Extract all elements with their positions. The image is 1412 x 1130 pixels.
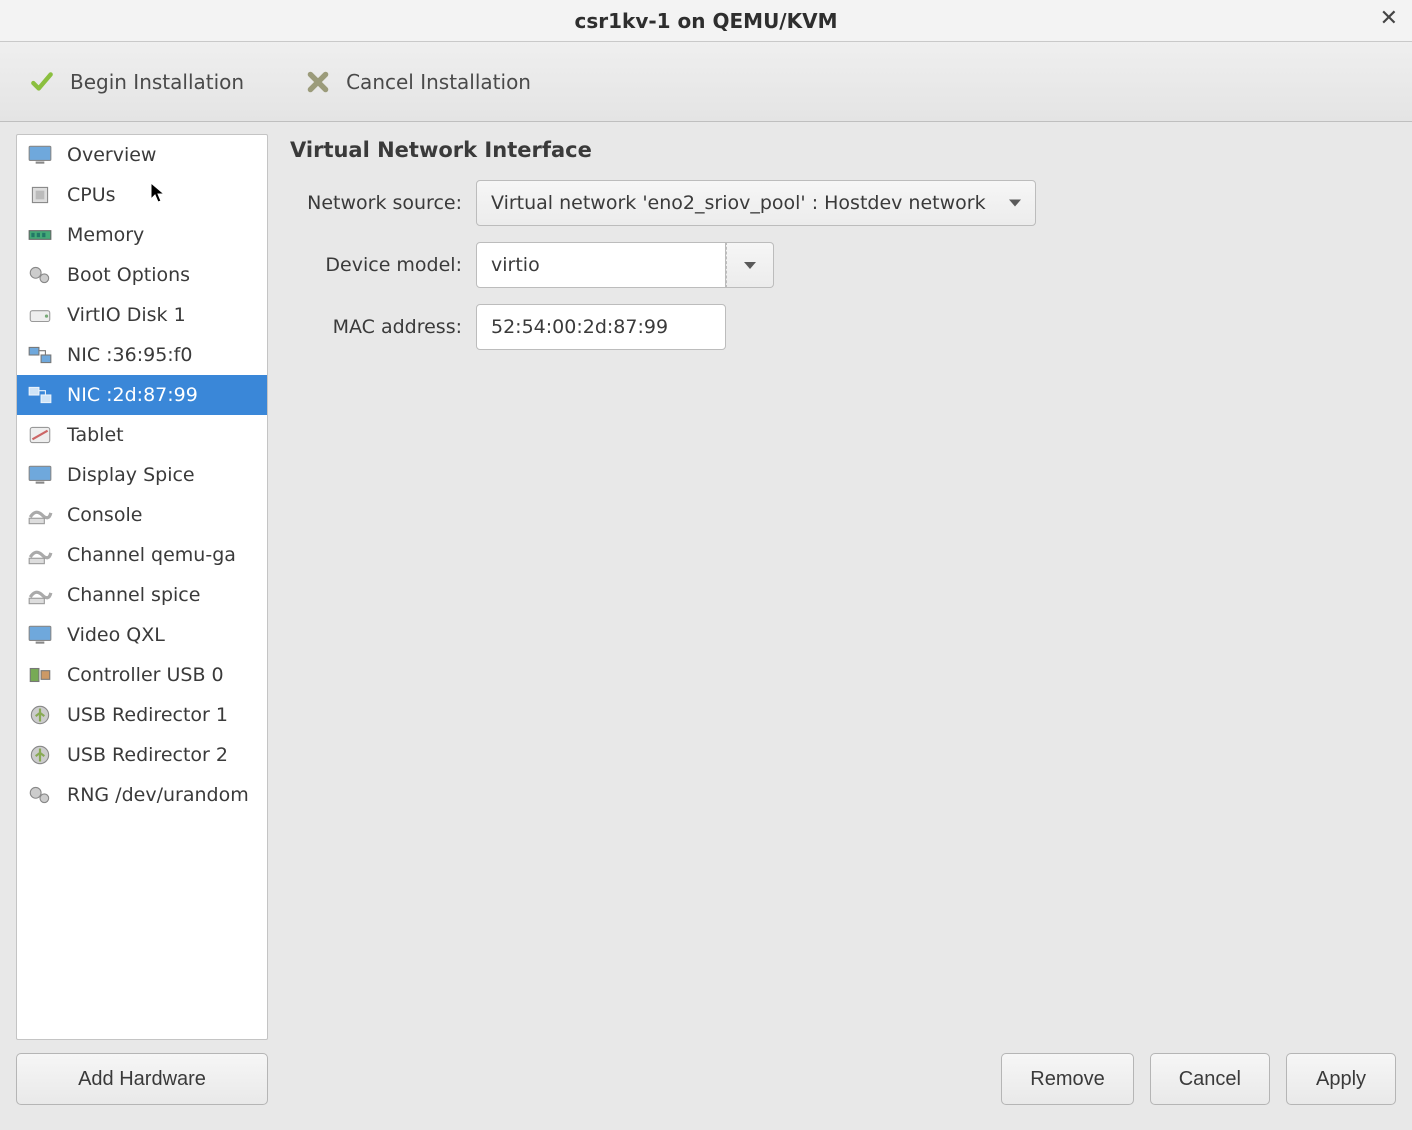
- nic-icon: [23, 381, 57, 409]
- serial-icon: [23, 501, 57, 529]
- sidebar-item-label: Overview: [67, 144, 156, 166]
- sidebar-item-label: CPUs: [67, 184, 116, 206]
- gears-icon: [23, 781, 57, 809]
- sidebar-item-nic-3695f0[interactable]: NIC :36:95:f0: [17, 335, 267, 375]
- sidebar-item-label: Channel qemu-ga: [67, 544, 236, 566]
- mac-address-label: MAC address:: [290, 316, 476, 338]
- memory-icon: [23, 221, 57, 249]
- usb-icon: [23, 741, 57, 769]
- row-mac-address: MAC address: 52:54:00:2d:87:99: [290, 304, 1390, 350]
- sidebar-item-console[interactable]: Console: [17, 495, 267, 535]
- window-title: csr1kv-1 on QEMU/KVM: [0, 9, 1412, 33]
- sidebar-item-channel-spice[interactable]: Channel spice: [17, 575, 267, 615]
- sidebar-item-channel-qemu-ga[interactable]: Channel qemu-ga: [17, 535, 267, 575]
- sidebar-item-label: Console: [67, 504, 142, 526]
- cancel-installation-button[interactable]: Cancel Installation: [296, 62, 539, 102]
- sidebar-item-label: VirtIO Disk 1: [67, 304, 186, 326]
- begin-installation-label: Begin Installation: [70, 70, 244, 94]
- begin-installation-button[interactable]: Begin Installation: [20, 62, 252, 102]
- toolbar: Begin Installation Cancel Installation: [0, 42, 1412, 122]
- sidebar-item-label: USB Redirector 2: [67, 744, 228, 766]
- monitor-icon: [23, 141, 57, 169]
- close-icon[interactable]: ✕: [1380, 8, 1398, 30]
- serial-icon: [23, 541, 57, 569]
- usb-icon: [23, 701, 57, 729]
- sidebar-item-label: Controller USB 0: [67, 664, 224, 686]
- sidebar-item-video-qxl[interactable]: Video QXL: [17, 615, 267, 655]
- mac-address-input[interactable]: 52:54:00:2d:87:99: [476, 304, 726, 350]
- sidebar-item-boot-options[interactable]: Boot Options: [17, 255, 267, 295]
- sidebar-item-tablet[interactable]: Tablet: [17, 415, 267, 455]
- chevron-down-icon: [1009, 200, 1021, 207]
- row-network-source: Network source: Virtual network 'eno2_sr…: [290, 180, 1390, 226]
- device-model-dropdown-button[interactable]: [726, 242, 774, 288]
- sidebar-item-rng[interactable]: RNG /dev/urandom: [17, 775, 267, 815]
- sidebar-item-label: Boot Options: [67, 264, 190, 286]
- check-icon: [28, 68, 56, 96]
- network-source-label: Network source:: [290, 192, 476, 214]
- network-source-combo[interactable]: Virtual network 'eno2_sriov_pool' : Host…: [476, 180, 1036, 226]
- mac-address-value: 52:54:00:2d:87:99: [491, 316, 668, 338]
- sidebar-item-label: USB Redirector 1: [67, 704, 228, 726]
- titlebar: csr1kv-1 on QEMU/KVM ✕: [0, 0, 1412, 42]
- tablet-icon: [23, 421, 57, 449]
- sidebar-item-controller-usb-0[interactable]: Controller USB 0: [17, 655, 267, 695]
- main-area: Overview CPUs Memory Boot Options VirtIO…: [0, 122, 1412, 1040]
- sidebar-item-label: NIC :2d:87:99: [67, 384, 198, 406]
- sidebar-item-label: Video QXL: [67, 624, 165, 646]
- detail-heading: Virtual Network Interface: [290, 138, 1390, 162]
- device-model-label: Device model:: [290, 254, 476, 276]
- controller-icon: [23, 661, 57, 689]
- serial-icon: [23, 581, 57, 609]
- sidebar-item-label: Display Spice: [67, 464, 195, 486]
- add-hardware-button[interactable]: Add Hardware: [16, 1053, 268, 1105]
- hardware-sidebar[interactable]: Overview CPUs Memory Boot Options VirtIO…: [16, 134, 268, 1040]
- sidebar-item-usb-redirector-1[interactable]: USB Redirector 1: [17, 695, 267, 735]
- sidebar-item-virtio-disk-1[interactable]: VirtIO Disk 1: [17, 295, 267, 335]
- sidebar-item-display-spice[interactable]: Display Spice: [17, 455, 267, 495]
- apply-button[interactable]: Apply: [1286, 1053, 1396, 1105]
- row-device-model: Device model: virtio: [290, 242, 1390, 288]
- cancel-button[interactable]: Cancel: [1150, 1053, 1270, 1105]
- monitor-icon: [23, 461, 57, 489]
- sidebar-item-cpus[interactable]: CPUs: [17, 175, 267, 215]
- sidebar-item-label: Tablet: [67, 424, 124, 446]
- footer: Add Hardware Remove Cancel Apply: [0, 1040, 1412, 1130]
- network-source-value: Virtual network 'eno2_sriov_pool' : Host…: [491, 192, 986, 214]
- gears-icon: [23, 261, 57, 289]
- cancel-installation-label: Cancel Installation: [346, 70, 531, 94]
- sidebar-item-nic-2d8799[interactable]: NIC :2d:87:99: [17, 375, 267, 415]
- sidebar-item-label: RNG /dev/urandom: [67, 784, 249, 806]
- device-model-input[interactable]: virtio: [476, 242, 726, 288]
- disk-icon: [23, 301, 57, 329]
- cpu-icon: [23, 181, 57, 209]
- monitor-icon: [23, 621, 57, 649]
- device-model-value: virtio: [491, 254, 540, 276]
- remove-button[interactable]: Remove: [1001, 1053, 1133, 1105]
- x-icon: [304, 68, 332, 96]
- nic-icon: [23, 341, 57, 369]
- sidebar-item-overview[interactable]: Overview: [17, 135, 267, 175]
- sidebar-item-label: NIC :36:95:f0: [67, 344, 192, 366]
- chevron-down-icon: [744, 262, 756, 269]
- detail-pane: Virtual Network Interface Network source…: [284, 134, 1396, 1040]
- sidebar-item-label: Channel spice: [67, 584, 200, 606]
- sidebar-item-usb-redirector-2[interactable]: USB Redirector 2: [17, 735, 267, 775]
- sidebar-item-memory[interactable]: Memory: [17, 215, 267, 255]
- sidebar-item-label: Memory: [67, 224, 144, 246]
